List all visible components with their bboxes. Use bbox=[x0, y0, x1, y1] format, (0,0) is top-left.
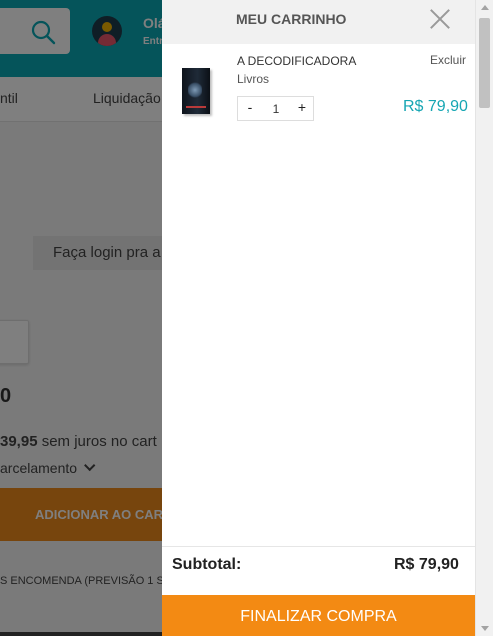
cart-item-price: R$ 79,90 bbox=[403, 98, 468, 115]
cart-item-category: Livros bbox=[237, 72, 270, 86]
close-icon[interactable] bbox=[427, 6, 453, 32]
cart-title: MEU CARRINHO bbox=[236, 11, 347, 27]
cart-drawer: MEU CARRINHO A DECODIFICADORA Livros Exc… bbox=[162, 0, 475, 636]
increase-quantity-button[interactable]: + bbox=[293, 99, 311, 115]
subtotal-value: R$ 79,90 bbox=[394, 556, 459, 573]
checkout-button[interactable]: FINALIZAR COMPRA bbox=[162, 595, 475, 636]
subtotal-label: Subtotal: bbox=[172, 556, 242, 573]
book-cover-image bbox=[182, 68, 210, 114]
decrease-quantity-button[interactable]: - bbox=[241, 99, 259, 115]
remove-item-button[interactable]: Excluir bbox=[430, 53, 466, 67]
quantity-value[interactable]: 1 bbox=[264, 102, 288, 116]
cart-header: MEU CARRINHO bbox=[162, 0, 475, 44]
subtotal-divider bbox=[162, 546, 475, 547]
quantity-stepper: - 1 + bbox=[237, 96, 314, 121]
cart-item-name[interactable]: A DECODIFICADORA bbox=[237, 54, 356, 68]
scrollbar-thumb[interactable] bbox=[479, 18, 490, 108]
scroll-up-arrow-icon[interactable] bbox=[481, 5, 489, 10]
scrollbar[interactable] bbox=[475, 0, 493, 636]
scroll-down-arrow-icon[interactable] bbox=[481, 626, 489, 631]
cart-item: A DECODIFICADORA Livros Excluir - 1 + R$… bbox=[162, 44, 475, 128]
